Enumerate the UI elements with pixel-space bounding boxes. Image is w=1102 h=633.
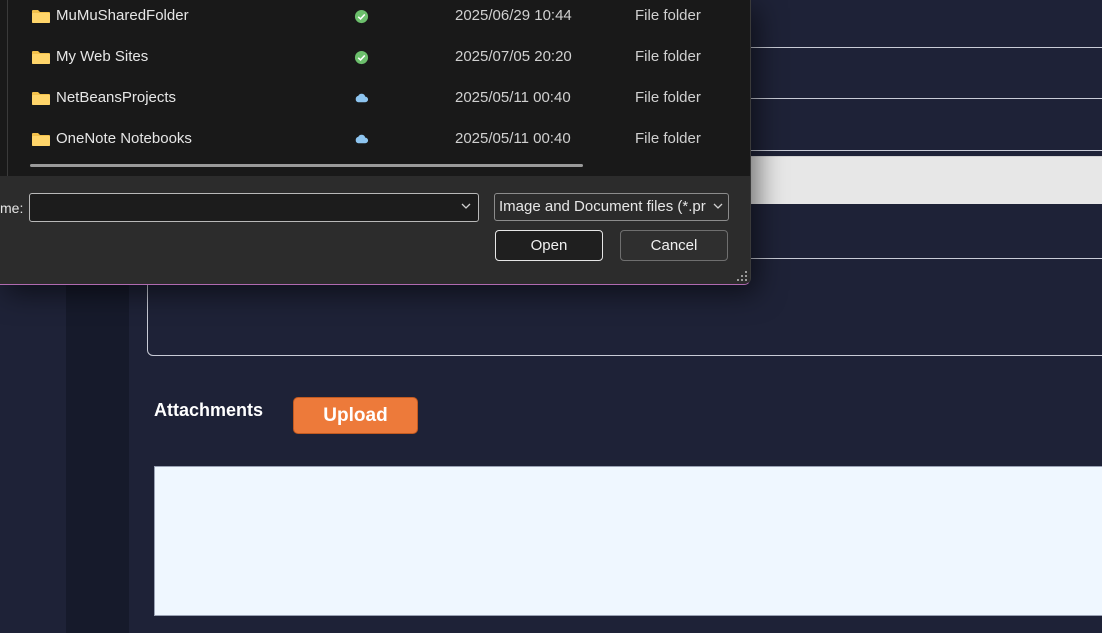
file-name: My Web Sites bbox=[56, 48, 149, 65]
horizontal-scrollbar[interactable] bbox=[30, 164, 583, 167]
synced-check-icon bbox=[354, 9, 369, 24]
file-type: File folder bbox=[635, 89, 701, 106]
cancel-button[interactable]: Cancel bbox=[620, 230, 728, 261]
divider-line bbox=[740, 98, 1102, 99]
file-date: 2025/06/29 10:44 bbox=[455, 7, 572, 24]
file-date: 2025/07/05 20:20 bbox=[455, 48, 572, 65]
file-list[interactable]: MuMuSharedFolder 2025/06/29 10:44 File fol… bbox=[0, 0, 750, 176]
open-button[interactable]: Open bbox=[495, 230, 603, 261]
file-name: OneNote Notebooks bbox=[56, 130, 192, 147]
cloud-icon bbox=[355, 134, 369, 144]
upload-button[interactable]: Upload bbox=[293, 397, 418, 434]
file-date: 2025/05/11 00:40 bbox=[455, 130, 571, 147]
file-row[interactable]: MuMuSharedFolder 2025/06/29 10:44 File fol… bbox=[0, 5, 750, 45]
synced-check-icon bbox=[354, 50, 369, 65]
folder-icon bbox=[32, 92, 50, 105]
file-type: File folder bbox=[635, 7, 701, 24]
file-type: File folder bbox=[635, 48, 701, 65]
file-row[interactable]: My Web Sites 2025/07/05 20:20 File folder bbox=[0, 46, 750, 86]
file-date: 2025/05/11 00:40 bbox=[455, 89, 571, 106]
folder-icon bbox=[32, 51, 50, 64]
attachments-drop-area[interactable] bbox=[154, 466, 1102, 616]
cloud-icon bbox=[355, 93, 369, 103]
file-type: File folder bbox=[635, 130, 701, 147]
file-name: MuMuSharedFolder bbox=[56, 7, 189, 24]
divider-line bbox=[740, 47, 1102, 48]
folder-icon bbox=[32, 133, 50, 146]
attachments-label: Attachments bbox=[154, 400, 264, 420]
resize-grip-icon[interactable] bbox=[737, 271, 747, 281]
chevron-down-icon[interactable] bbox=[460, 200, 472, 212]
filename-input[interactable] bbox=[29, 193, 479, 222]
file-name: NetBeansProjects bbox=[56, 89, 177, 106]
folder-icon bbox=[32, 10, 50, 23]
file-row[interactable]: NetBeansProjects 2025/05/11 00:40 File fol… bbox=[0, 87, 750, 127]
filetype-select[interactable]: Image and Document files (*.pr bbox=[494, 193, 729, 221]
chevron-down-icon bbox=[712, 200, 724, 212]
filename-label: me: bbox=[0, 200, 24, 216]
dialog-bottom-panel: me: Image and Document files (*.pr Open … bbox=[0, 176, 750, 284]
file-row[interactable]: OneNote Notebooks 2025/05/11 00:40 File fo… bbox=[0, 128, 750, 168]
file-open-dialog: MuMuSharedFolder 2025/06/29 10:44 File fol… bbox=[0, 0, 751, 285]
filetype-value: Image and Document files (*.pr bbox=[499, 198, 706, 215]
